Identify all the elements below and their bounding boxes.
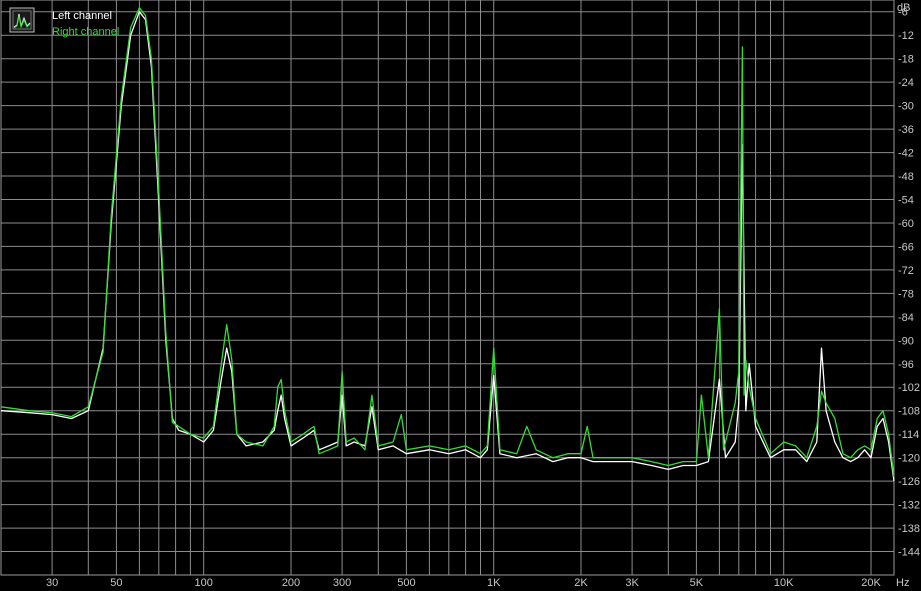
x-tick-label: 10K (774, 577, 794, 589)
y-tick-label: -30 (898, 101, 914, 113)
y-tick-label: -108 (898, 406, 920, 418)
y-tick-label: -24 (898, 77, 914, 89)
x-axis-unit: Hz (896, 577, 909, 589)
y-tick-label: -42 (898, 148, 914, 160)
y-tick-label: -54 (898, 195, 914, 207)
x-tick-label: 200 (282, 577, 300, 589)
y-tick-label: -90 (898, 335, 914, 347)
legend-icon[interactable] (9, 7, 35, 33)
y-tick-label: -144 (898, 547, 920, 559)
x-tick-label: 30 (46, 577, 58, 589)
y-tick-label: -96 (898, 359, 914, 371)
x-tick-label: 100 (195, 577, 213, 589)
x-tick-label: 5K (690, 577, 704, 589)
y-tick-label: -48 (898, 171, 914, 183)
x-tick-label: 1K (487, 577, 501, 589)
legend-left-channel: Left channel (52, 10, 112, 22)
spectrum-chart: -6-12-18-24-30-36-42-48-54-60-66-72-78-8… (0, 0, 921, 591)
x-tick-label: 3K (625, 577, 639, 589)
x-tick-label: 500 (397, 577, 415, 589)
plot-background (0, 0, 921, 591)
x-tick-label: 2K (574, 577, 588, 589)
y-tick-label: -84 (898, 312, 914, 324)
y-tick-label: -36 (898, 124, 914, 136)
y-axis-unit: dB (897, 2, 910, 14)
y-tick-label: -126 (898, 476, 920, 488)
x-tick-label: 50 (110, 577, 122, 589)
y-tick-label: -120 (898, 453, 920, 465)
y-tick-label: -12 (898, 30, 914, 42)
y-tick-label: -78 (898, 288, 914, 300)
y-tick-label: -114 (898, 429, 919, 441)
y-tick-label: -72 (898, 265, 914, 277)
y-tick-label: -18 (898, 54, 914, 66)
y-tick-label: -60 (898, 218, 914, 230)
x-tick-label: 300 (333, 577, 351, 589)
y-tick-label: -132 (898, 500, 920, 512)
y-tick-label: -66 (898, 241, 914, 253)
y-tick-label: -102 (898, 382, 920, 394)
x-tick-label: 20K (861, 577, 881, 589)
y-tick-label: -138 (898, 523, 920, 535)
legend-right-channel: Right channel (52, 26, 119, 38)
